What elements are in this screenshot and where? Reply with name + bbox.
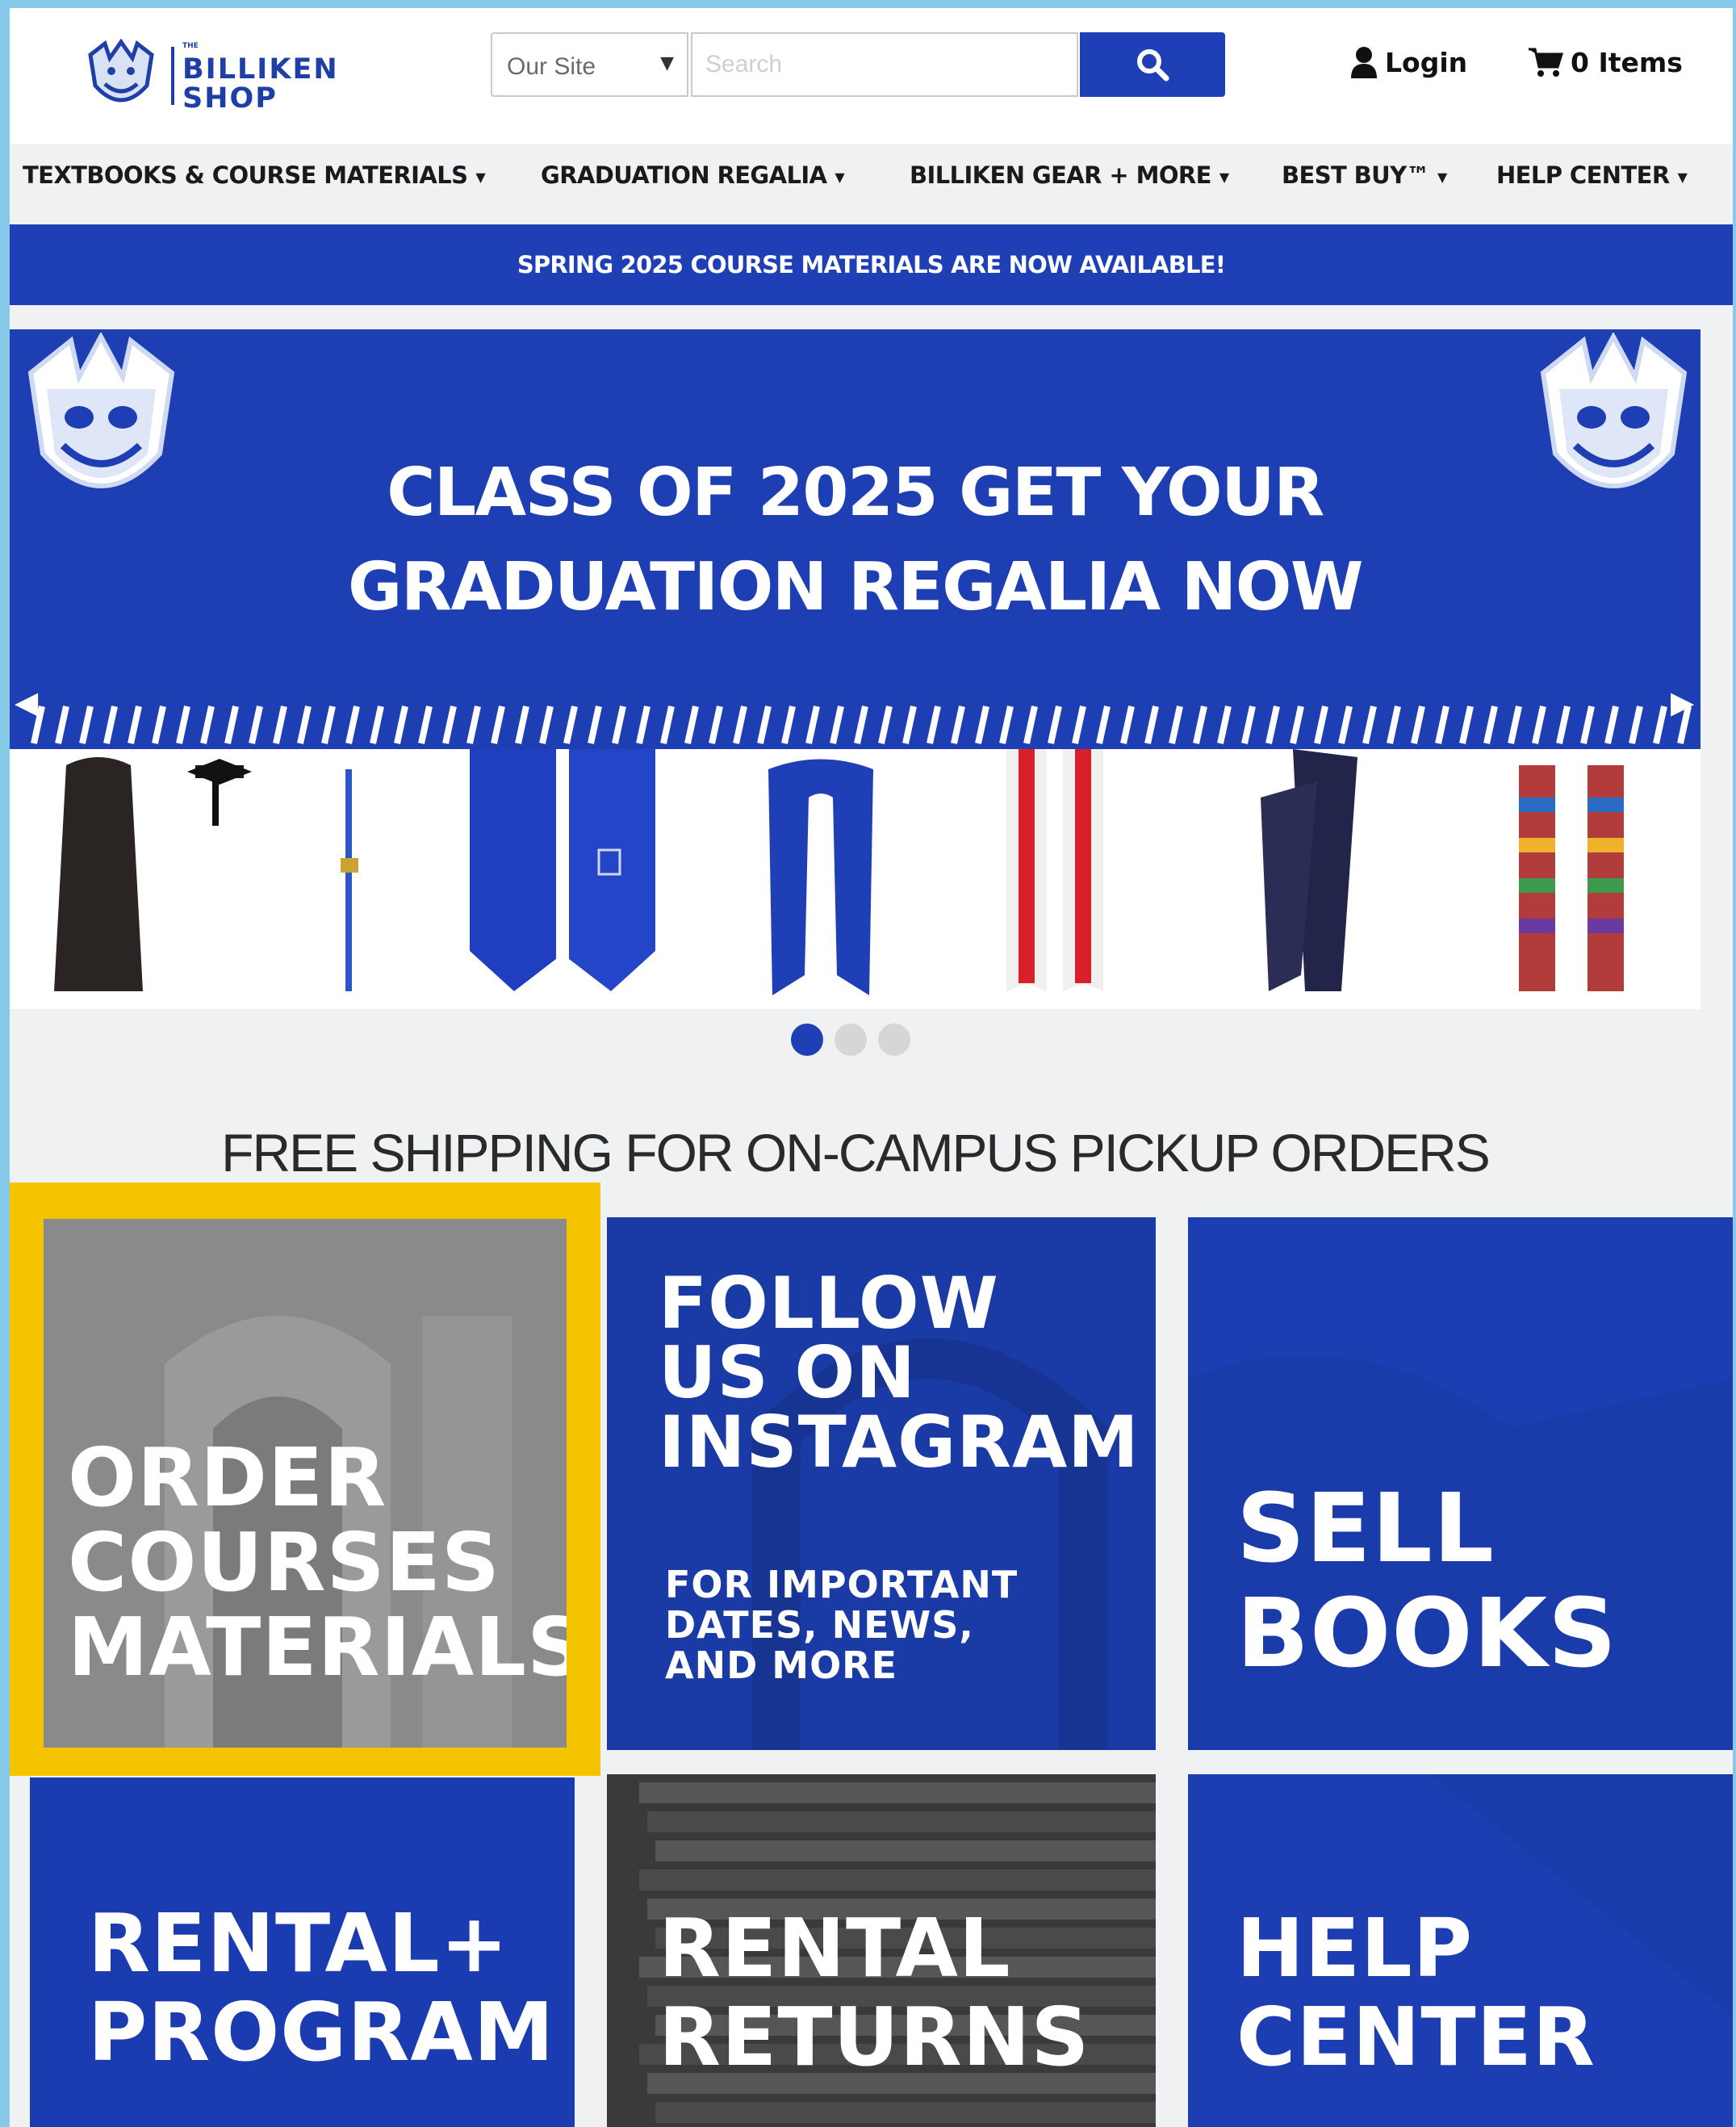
tile-help-line2: CENTER bbox=[1236, 1990, 1596, 2084]
page: THE BILLIKEN SHOP Our Site ▼ Login bbox=[10, 8, 1733, 2127]
logo-text-line1: BILLIKEN bbox=[182, 53, 339, 86]
instagram-tile[interactable]: FOLLOW US ON INSTAGRAM FOR IMPORTANT DAT… bbox=[607, 1217, 1156, 1750]
free-shipping-heading: FREE SHIPPING FOR ON-CAMPUS PICKUP ORDER… bbox=[221, 1123, 1491, 1183]
tile-instagram-sub2: DATES, NEWS, bbox=[665, 1603, 974, 1647]
serape-stole-image bbox=[1519, 765, 1624, 991]
cart-link[interactable]: 0 Items bbox=[1527, 44, 1683, 80]
billiken-shop-logo[interactable]: THE BILLIKEN SHOP bbox=[82, 32, 341, 121]
login-link[interactable]: Login bbox=[1349, 44, 1467, 80]
nav-item-graduation-regalia[interactable]: GRADUATION REGALIA ▼ bbox=[541, 161, 845, 189]
nav-item-label: HELP CENTER bbox=[1496, 161, 1670, 189]
nav-item-label: BEST BUY™ bbox=[1282, 161, 1430, 189]
caret-down-icon: ▼ bbox=[475, 169, 486, 185]
tile-instagram-sub1: FOR IMPORTANT bbox=[665, 1563, 1019, 1606]
cart-icon bbox=[1529, 48, 1564, 77]
tile-order-line3: MATERIALS bbox=[68, 1600, 567, 1694]
red-white-stole-image bbox=[1006, 749, 1103, 991]
caret-down-icon: ▼ bbox=[1437, 169, 1447, 185]
carousel-next-arrow[interactable]: ▶ bbox=[1671, 685, 1694, 720]
hero-product-strip bbox=[10, 749, 1700, 1009]
hero-headline-line1: CLASS OF 2025 GET YOUR bbox=[387, 454, 1324, 531]
rental-program-tile[interactable]: RENTAL+ PROGRAM bbox=[30, 1777, 575, 2127]
nav-item-best-buy[interactable]: BEST BUY™ ▼ bbox=[1282, 161, 1447, 189]
rental-returns-tile[interactable]: RENTAL RETURNS bbox=[607, 1774, 1156, 2127]
tile-rental-program-line2: PROGRAM bbox=[88, 1985, 555, 2079]
main-nav: TEXTBOOKS & COURSE MATERIALS ▼ GRADUATION… bbox=[10, 161, 1733, 206]
graduation-tassel-image bbox=[341, 769, 358, 991]
nav-item-billiken-gear[interactable]: BILLIKEN GEAR + MORE ▼ bbox=[910, 161, 1229, 189]
tile-rental-returns-line1: RENTAL bbox=[659, 1901, 1011, 1995]
nav-item-label: GRADUATION REGALIA bbox=[541, 161, 827, 189]
sell-books-tile[interactable]: SELL BOOKS bbox=[1188, 1217, 1733, 1750]
cart-label: 0 Items bbox=[1571, 46, 1683, 78]
search-input[interactable] bbox=[691, 32, 1078, 97]
caret-down-icon: ▼ bbox=[835, 169, 845, 185]
site-header: THE BILLIKEN SHOP Our Site ▼ Login bbox=[10, 8, 1733, 144]
carousel-dot-1[interactable] bbox=[791, 1024, 823, 1056]
carousel-dot-3[interactable] bbox=[878, 1024, 910, 1056]
tile-order-line2: COURSES bbox=[68, 1515, 500, 1610]
nav-item-help-center[interactable]: HELP CENTER ▼ bbox=[1496, 161, 1688, 189]
search-scope-value: Our Site bbox=[507, 53, 596, 80]
tile-instagram-sub3: AND MORE bbox=[665, 1643, 898, 1687]
login-label: Login bbox=[1385, 46, 1468, 78]
hero-carousel[interactable]: CLASS OF 2025 GET YOUR GRADUATION REGALI… bbox=[10, 329, 1700, 1009]
tile-order-line1: ORDER bbox=[68, 1430, 387, 1525]
nav-item-label: TEXTBOOKS & COURSE MATERIALS bbox=[23, 161, 468, 189]
help-center-tile[interactable]: HELP CENTER bbox=[1188, 1774, 1733, 2127]
hero-headline-line2: GRADUATION REGALIA NOW bbox=[348, 549, 1363, 626]
tile-instagram-line3: INSTAGRAM bbox=[659, 1401, 1140, 1484]
navy-stole-image bbox=[1261, 749, 1357, 991]
tile-sell-line2: BOOKS bbox=[1236, 1577, 1617, 1689]
carousel-dot-2[interactable] bbox=[835, 1024, 867, 1056]
logo-tag: THE bbox=[182, 42, 199, 50]
carousel-pagination bbox=[791, 1024, 910, 1056]
hero-stripe-divider bbox=[10, 697, 1700, 753]
user-icon bbox=[1351, 47, 1377, 78]
logo-divider bbox=[171, 47, 174, 105]
nav-item-label: BILLIKEN GEAR + MORE bbox=[910, 161, 1211, 189]
tile-help-line1: HELP bbox=[1236, 1901, 1474, 1995]
graduation-gown-and-cap-image bbox=[54, 757, 252, 991]
tile-rental-program-line1: RENTAL+ bbox=[88, 1896, 509, 1991]
nav-item-textbooks[interactable]: TEXTBOOKS & COURSE MATERIALS ▼ bbox=[23, 161, 486, 189]
carousel-prev-arrow[interactable]: ◀ bbox=[15, 685, 38, 720]
caret-down-icon: ▼ bbox=[1219, 169, 1229, 185]
order-course-materials-tile[interactable]: ORDER COURSES MATERIALS bbox=[44, 1219, 567, 1748]
announcement-banner[interactable]: SPRING 2025 COURSE MATERIALS ARE NOW AVA… bbox=[10, 224, 1733, 305]
announcement-text: SPRING 2025 COURSE MATERIALS ARE NOW AVA… bbox=[517, 251, 1226, 278]
blue-embroidered-stole-image bbox=[768, 759, 873, 995]
logo-text-line2: SHOP bbox=[182, 82, 278, 115]
search-icon bbox=[1137, 49, 1169, 82]
tile-rental-returns-line2: RETURNS bbox=[659, 1990, 1090, 2084]
caret-down-icon: ▼ bbox=[660, 53, 674, 73]
tile-instagram-line2: US ON bbox=[659, 1331, 916, 1414]
search-scope-select[interactable]: Our Site ▼ bbox=[491, 32, 688, 97]
billiken-head-icon bbox=[88, 38, 154, 103]
tile-sell-line1: SELL bbox=[1236, 1472, 1495, 1584]
caret-down-icon: ▼ bbox=[1677, 169, 1688, 185]
search-button[interactable] bbox=[1080, 32, 1225, 97]
blue-satin-stole-image bbox=[470, 749, 655, 991]
tile-instagram-line1: FOLLOW bbox=[659, 1262, 999, 1345]
